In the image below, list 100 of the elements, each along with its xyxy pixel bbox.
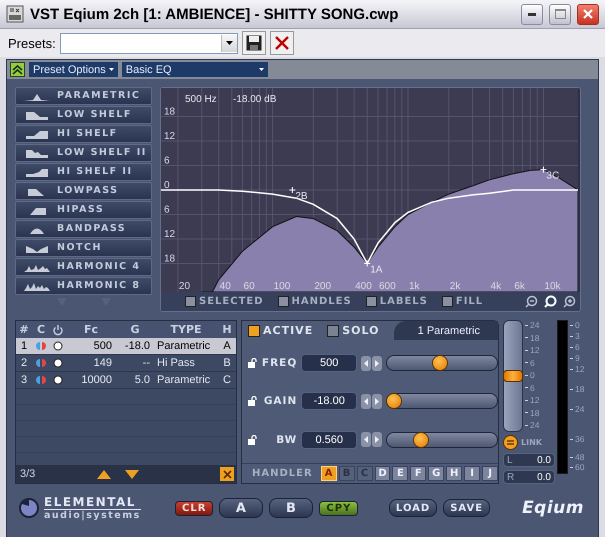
- copy-button[interactable]: CPY: [319, 500, 358, 516]
- handle-marker[interactable]: [364, 260, 371, 267]
- save-button[interactable]: SAVE: [443, 499, 490, 517]
- handler-button[interactable]: D: [374, 466, 390, 481]
- axis-tick-label: 6: [164, 204, 170, 216]
- right-triangle-icon: [375, 436, 380, 444]
- stereo-channel-icon[interactable]: [35, 358, 47, 368]
- close-button[interactable]: [577, 4, 599, 24]
- minimize-button[interactable]: [521, 4, 543, 24]
- axis-tick-label: 600: [378, 281, 396, 292]
- slider-thumb[interactable]: [387, 394, 402, 408]
- table-cell-text: Parametric: [156, 340, 212, 352]
- option-checkbox[interactable]: [366, 296, 377, 307]
- filter-type-button[interactable]: HARMONIC 8: [15, 277, 152, 294]
- unlocked-padlock-icon[interactable]: [248, 358, 257, 368]
- axis-tick-label: 100: [274, 281, 290, 292]
- right-gain-field[interactable]: R 0.0: [503, 470, 555, 484]
- table-cell-text: 2: [20, 357, 28, 369]
- filter-type-button[interactable]: LOW SHELF: [15, 106, 152, 124]
- value-field[interactable]: -18.00: [301, 392, 358, 410]
- option-checkbox[interactable]: [278, 296, 289, 307]
- filter-shape-icon: [24, 148, 50, 158]
- preset-b-button[interactable]: B: [269, 498, 314, 518]
- move-up-icon[interactable]: [97, 470, 112, 478]
- increment-button[interactable]: [372, 356, 382, 371]
- slider-thumb[interactable]: [433, 356, 448, 370]
- decrement-button[interactable]: [361, 432, 372, 448]
- collapse-button[interactable]: [10, 62, 25, 77]
- column-header: #: [18, 323, 30, 336]
- left-triangle-icon: [364, 398, 368, 405]
- filter-type-button[interactable]: HI SHELF II: [15, 163, 152, 180]
- filter-type-button[interactable]: HIPASS: [15, 201, 152, 218]
- close-icon: [583, 9, 593, 19]
- unlocked-padlock-icon[interactable]: [248, 434, 257, 445]
- slider-track[interactable]: [386, 432, 498, 448]
- handler-button[interactable]: F: [410, 466, 426, 481]
- filter-type-button[interactable]: LOWPASS: [15, 182, 152, 200]
- increment-button[interactable]: [372, 432, 382, 448]
- filter-type-button[interactable]: HARMONIC 4: [15, 258, 152, 276]
- preset-options-menu[interactable]: Preset Options: [29, 62, 118, 77]
- scale-label: 18: [530, 332, 540, 342]
- value-field[interactable]: 0.560: [301, 430, 358, 449]
- filter-type-button[interactable]: BANDPASS: [15, 220, 152, 238]
- handle-marker[interactable]: [540, 166, 547, 174]
- active-checkbox[interactable]: [248, 324, 260, 336]
- unlocked-padlock-icon[interactable]: [248, 396, 257, 406]
- slider-track[interactable]: [386, 393, 498, 410]
- fader-handle[interactable]: [503, 370, 523, 382]
- output-fader-track[interactable]: [503, 320, 523, 432]
- value-field[interactable]: 500: [301, 354, 358, 372]
- delete-band-button[interactable]: [220, 467, 234, 481]
- scale-label: 60: [575, 462, 584, 472]
- gain-readout: -18.00 dB: [233, 94, 276, 105]
- column-header: H: [221, 323, 233, 336]
- filter-type-button[interactable]: PARAMETRIC: [15, 87, 152, 104]
- presets-label: Presets:: [8, 36, 56, 50]
- preset-dropdown[interactable]: Basic EQ: [122, 62, 268, 77]
- left-gain-field[interactable]: L 0.0: [503, 453, 555, 467]
- band-row[interactable]: 1 500 -18.0 Parametric A: [16, 338, 236, 355]
- slider-thumb[interactable]: [414, 432, 428, 447]
- slider-track[interactable]: [386, 355, 498, 372]
- handler-button[interactable]: I: [464, 466, 480, 481]
- left-triangle-icon: [364, 436, 368, 444]
- parameter-label: BW: [275, 434, 298, 446]
- handler-button[interactable]: A: [320, 466, 337, 481]
- load-button[interactable]: LOAD: [388, 499, 438, 517]
- band-row[interactable]: 2 149 -- Hi Pass B: [16, 355, 236, 372]
- link-button[interactable]: [503, 435, 518, 450]
- table-cell-text: B: [222, 357, 232, 369]
- save-button[interactable]: [242, 31, 266, 55]
- table-cell-text: Hi Pass: [156, 357, 196, 369]
- handler-button[interactable]: E: [392, 466, 408, 481]
- close-icon: [222, 470, 232, 478]
- handler-label: HANDLER: [252, 468, 313, 479]
- solo-checkbox[interactable]: [327, 324, 340, 336]
- preset-a-button[interactable]: A: [219, 498, 264, 518]
- table-cell-text: -18.0: [124, 340, 151, 352]
- handle-label: 1A: [370, 264, 382, 276]
- checkbox-label: SELECTED: [199, 296, 264, 307]
- search-icon[interactable]: [544, 295, 557, 308]
- decrement-button[interactable]: [361, 394, 372, 409]
- stereo-channel-icon[interactable]: [35, 375, 47, 385]
- handler-button[interactable]: G: [428, 466, 444, 481]
- handle-marker[interactable]: [288, 186, 296, 194]
- zoom-in-icon[interactable]: [563, 295, 576, 308]
- decrement-button[interactable]: [361, 356, 372, 371]
- increment-button[interactable]: [372, 394, 382, 409]
- zoom-out-icon[interactable]: [525, 295, 538, 308]
- option-checkbox[interactable]: [442, 296, 453, 307]
- filter-type-button[interactable]: NOTCH: [15, 239, 152, 256]
- move-down-icon[interactable]: [125, 470, 140, 478]
- maximize-button[interactable]: [549, 4, 571, 24]
- filter-type-button[interactable]: LOW SHELF II: [15, 144, 152, 162]
- checkbox-label: LABELS: [380, 296, 428, 307]
- filter-type-button[interactable]: HI SHELF: [15, 125, 152, 142]
- delete-button[interactable]: [270, 31, 294, 55]
- handler-button[interactable]: J: [482, 466, 498, 481]
- handler-button[interactable]: H: [446, 466, 462, 481]
- clear-button[interactable]: CLR: [175, 500, 214, 516]
- option-checkbox[interactable]: [185, 296, 196, 307]
